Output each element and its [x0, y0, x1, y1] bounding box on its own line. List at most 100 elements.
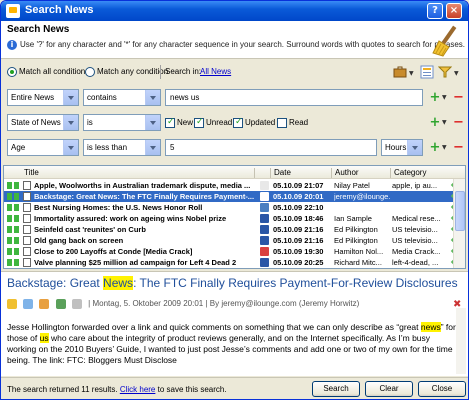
- operator-select[interactable]: is less than: [83, 139, 161, 156]
- edit-icon[interactable]: [23, 299, 34, 309]
- add-rule-icon[interactable]: +: [429, 141, 441, 154]
- share-icon[interactable]: [71, 299, 82, 309]
- clear-button[interactable]: Clear: [365, 381, 413, 397]
- close-button[interactable]: Close: [418, 381, 466, 397]
- field-select[interactable]: Age: [7, 139, 79, 156]
- attachment-icon[interactable]: [55, 299, 66, 309]
- column-category[interactable]: Category: [394, 168, 426, 177]
- table-row[interactable]: Old gang back on screen 05.10.09 21:16 Ed …: [4, 235, 465, 246]
- remove-rule-icon[interactable]: −: [453, 116, 464, 129]
- help-button[interactable]: ?: [427, 3, 443, 19]
- match-all-radio[interactable]: [7, 67, 17, 77]
- remove-rule-icon[interactable]: −: [453, 141, 464, 154]
- value-input[interactable]: news us: [165, 89, 423, 106]
- field-select[interactable]: State of News: [7, 114, 79, 131]
- table-row[interactable]: Backstage: Great News: The FTC Finally R…: [4, 191, 465, 202]
- chevron-down-icon[interactable]: [145, 115, 160, 130]
- age-unit-value: Hours: [385, 143, 407, 152]
- results-table[interactable]: Title Date Author Category Apple, Woolwo…: [3, 165, 466, 269]
- scrollbar-thumb[interactable]: [455, 191, 465, 231]
- label-icon[interactable]: [7, 299, 17, 309]
- table-row[interactable]: Apple, Woolworths in Australian trademar…: [4, 180, 465, 191]
- state-updated-checkbox[interactable]: [233, 117, 243, 128]
- chevron-down-icon[interactable]: ▼: [409, 70, 414, 77]
- row-author: Richard Mitc...: [334, 258, 382, 267]
- chevron-down-icon[interactable]: ▼: [454, 70, 459, 77]
- search-in-link[interactable]: All News: [200, 67, 231, 76]
- chevron-down-icon[interactable]: [407, 140, 422, 155]
- column-author[interactable]: Author: [335, 168, 359, 177]
- chevron-down-icon[interactable]: ▼: [442, 119, 447, 126]
- table-row[interactable]: Close to 200 Layoffs at Conde [Media Cra…: [4, 246, 465, 257]
- news-item-icon: [23, 192, 31, 201]
- field-select[interactable]: Entire News: [7, 89, 79, 106]
- filter-icon[interactable]: [438, 65, 452, 79]
- rule-row: Entire News contains news us + ▼ −: [1, 85, 468, 111]
- meta-separator: |: [205, 299, 208, 309]
- chevron-down-icon[interactable]: ▼: [442, 94, 447, 101]
- divider: [160, 65, 161, 79]
- dialog-heading: Search News: [7, 24, 70, 35]
- add-rule-icon[interactable]: +: [429, 91, 441, 104]
- chevron-down-icon[interactable]: [63, 115, 78, 130]
- dialog-header: Search News i Use '?' for any character …: [1, 21, 468, 59]
- table-row[interactable]: Seinfeld cast 'reunites' on Curb 05.10.09…: [4, 224, 465, 235]
- table-row[interactable]: Valve planning $25 million ad campaign f…: [4, 257, 465, 268]
- column-date[interactable]: Date: [274, 168, 291, 177]
- state-read-label[interactable]: Read: [289, 118, 308, 127]
- age-unit-select[interactable]: Hours: [381, 139, 423, 156]
- feed-icon: [260, 192, 269, 201]
- row-category: Medical rese...: [392, 214, 441, 223]
- table-row[interactable]: Immortality assured: work on ageing wins…: [4, 213, 465, 224]
- chevron-down-icon[interactable]: [63, 140, 78, 155]
- remove-rule-icon[interactable]: −: [453, 91, 464, 104]
- rule-row: State of News is New Unread Updated Read…: [1, 110, 468, 136]
- row-category: left-4-dead, ...: [392, 258, 439, 267]
- results-scrollbar[interactable]: [453, 179, 465, 268]
- chevron-down-icon[interactable]: ▼: [442, 144, 447, 151]
- column-divider[interactable]: [254, 168, 255, 178]
- state-unread-checkbox[interactable]: [194, 117, 204, 128]
- preview-scrollbar[interactable]: [456, 308, 466, 374]
- search-button[interactable]: Search: [312, 381, 360, 397]
- operator-select[interactable]: contains: [83, 89, 161, 106]
- state-new-label[interactable]: New: [177, 118, 193, 127]
- close-window-button[interactable]: ×: [446, 3, 462, 19]
- operator-select[interactable]: is: [83, 114, 161, 131]
- preview-text: who care about the integrity of product …: [7, 333, 453, 365]
- feed-icon: [260, 214, 269, 223]
- dialog-footer: The search returned 11 results. Click he…: [1, 377, 468, 399]
- column-divider[interactable]: [331, 168, 332, 178]
- table-row[interactable]: Best Nursing Homes: the U.S. News Honor …: [4, 202, 465, 213]
- save-search-link[interactable]: Click here: [120, 385, 156, 394]
- chevron-down-icon[interactable]: [145, 140, 160, 155]
- state-new-checkbox[interactable]: [165, 117, 175, 128]
- row-date: 05.10.09 20:25: [273, 258, 324, 267]
- preview-title[interactable]: Backstage: Great News: The FTC Finally R…: [7, 276, 458, 290]
- column-divider[interactable]: [390, 168, 391, 178]
- meta-separator: |: [88, 299, 91, 309]
- chevron-down-icon[interactable]: [63, 90, 78, 105]
- age-value-input[interactable]: 5: [165, 139, 377, 156]
- title-bar[interactable]: Search News ? ×: [1, 1, 468, 21]
- rule-row: Age is less than 5 Hours + ▼ −: [1, 135, 468, 161]
- status-indicator: [7, 237, 12, 244]
- view-toggle-icon[interactable]: [420, 65, 434, 79]
- row-author: Hamilton Nol...: [334, 247, 384, 256]
- briefcase-icon[interactable]: [393, 65, 407, 79]
- column-title[interactable]: Title: [24, 168, 39, 177]
- match-any-radio[interactable]: [85, 67, 95, 77]
- state-unread-label[interactable]: Unread: [206, 118, 232, 127]
- state-updated-label[interactable]: Updated: [245, 118, 275, 127]
- preview-author: By jeremy@ilounge.com (Jeremy Horwitz): [209, 299, 360, 309]
- archive-icon[interactable]: [39, 299, 50, 309]
- chevron-down-icon[interactable]: [145, 90, 160, 105]
- match-any-label[interactable]: Match any condition: [97, 67, 168, 76]
- match-all-label[interactable]: Match all conditions: [19, 67, 89, 76]
- state-read-checkbox[interactable]: [277, 118, 287, 128]
- status-indicator: [7, 215, 12, 222]
- row-author: Ed Pilkington: [334, 225, 378, 234]
- column-divider[interactable]: [270, 168, 271, 178]
- feed-icon: [260, 225, 269, 234]
- add-rule-icon[interactable]: +: [429, 116, 441, 129]
